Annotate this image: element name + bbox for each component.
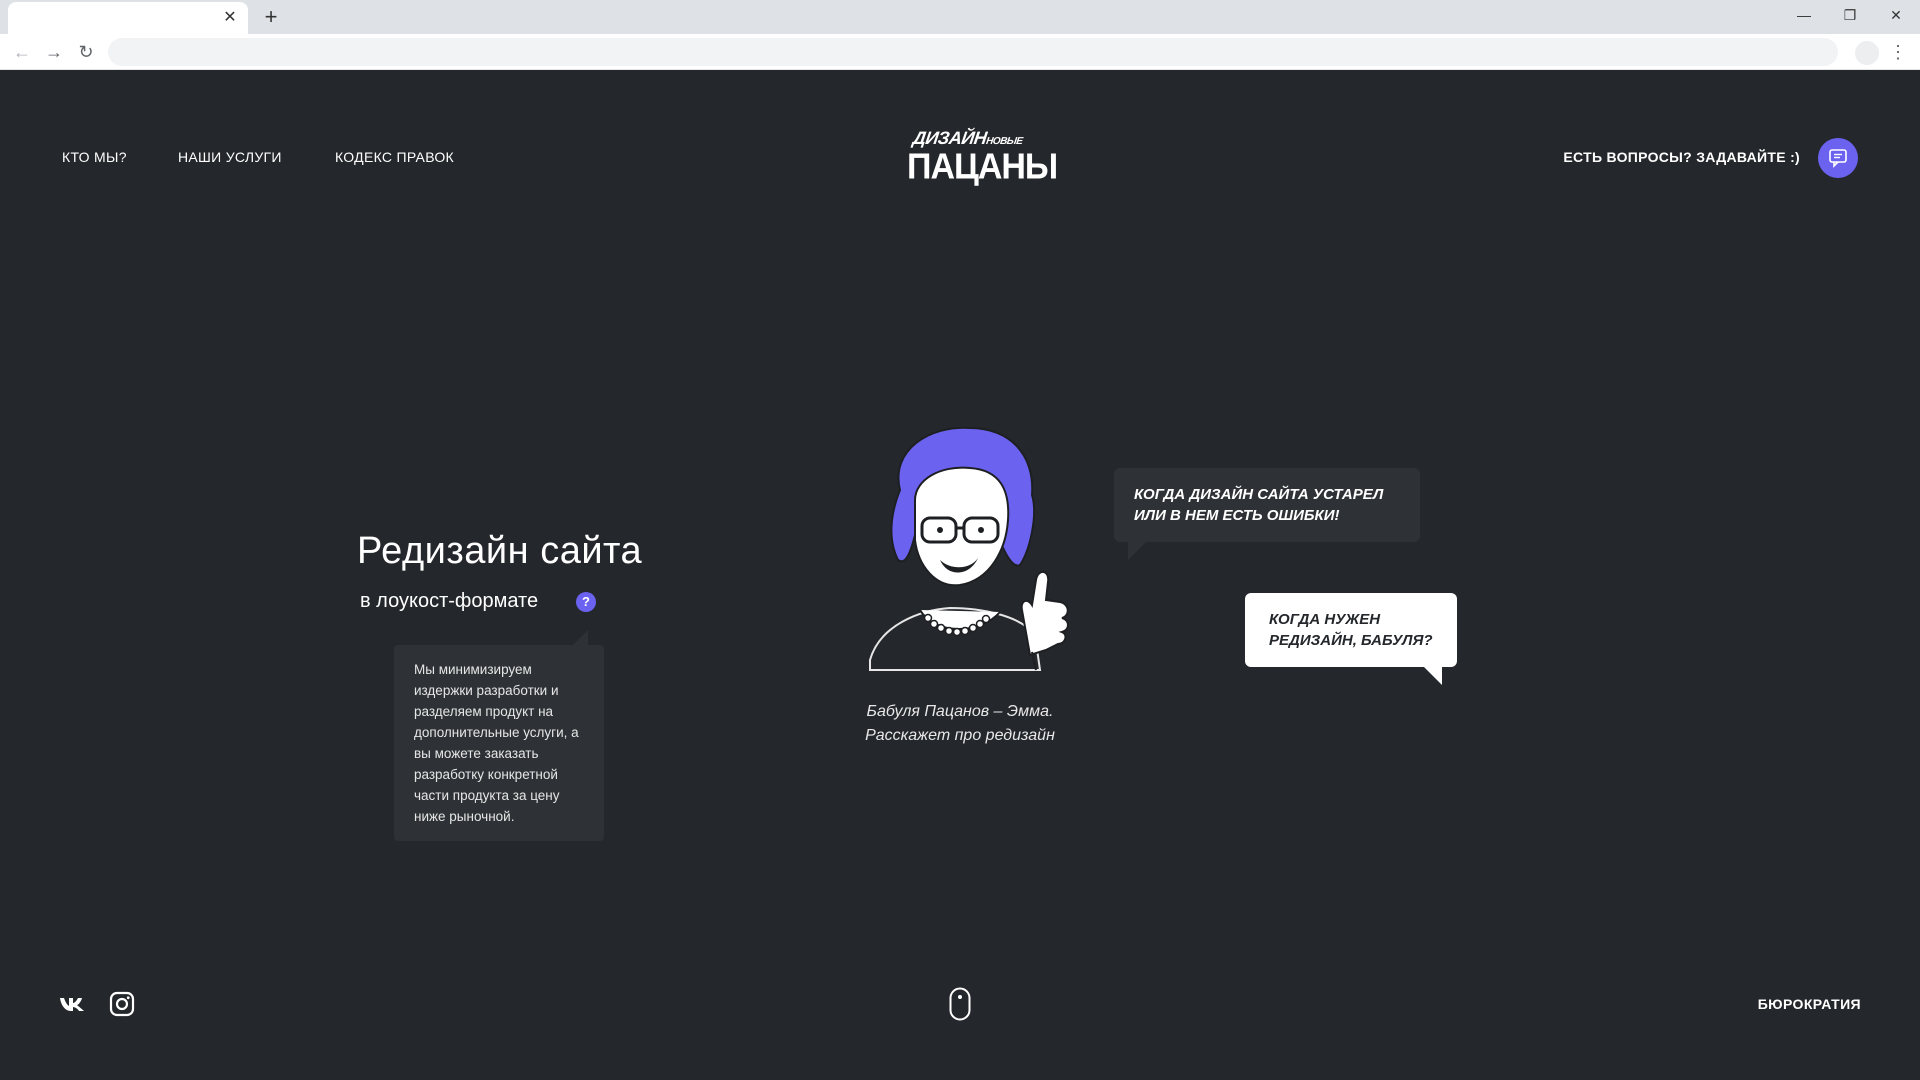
page-title: Редизайн сайта bbox=[357, 530, 643, 572]
vk-icon[interactable] bbox=[58, 990, 86, 1018]
grandma-illustration bbox=[869, 426, 1069, 671]
profile-avatar[interactable] bbox=[1855, 41, 1879, 65]
caption-line-2: Расскажет про редизайн bbox=[865, 727, 1055, 744]
scroll-mouse-icon[interactable] bbox=[949, 987, 971, 1021]
instagram-icon[interactable] bbox=[108, 990, 136, 1018]
contact-link[interactable]: ЕСТЬ ВОПРОСЫ? ЗАДАВАЙТЕ :) bbox=[1563, 149, 1800, 165]
page-subtitle: в лоукост-формате bbox=[360, 590, 539, 612]
nav-item-edits-code[interactable]: КОДЕКС ПРАВОК bbox=[335, 149, 454, 165]
chat-icon bbox=[1829, 149, 1847, 168]
close-tab-icon[interactable]: ✕ bbox=[220, 8, 240, 28]
site-logo[interactable]: ДИЗАЙННОВЫЕ ПАЦАНЫ bbox=[905, 128, 1058, 192]
speech-bubble-answer-tail bbox=[1128, 542, 1146, 560]
window-close-icon[interactable]: ✕ bbox=[1873, 0, 1919, 30]
speech-bubble-question-tail bbox=[1424, 667, 1442, 685]
logo-bottom-text: ПАЦАНЫ bbox=[907, 147, 1058, 187]
back-icon[interactable]: ← bbox=[10, 40, 34, 64]
info-tooltip: Мы минимизируем издержки разработки и ра… bbox=[394, 645, 604, 841]
browser-tab[interactable]: ✕ bbox=[8, 2, 248, 34]
browser-tab-bar: ✕ + — ❐ ✕ bbox=[0, 0, 1920, 34]
logo-top-main: ДИЗАЙН bbox=[911, 128, 988, 148]
chat-button[interactable] bbox=[1818, 138, 1858, 178]
forward-icon[interactable]: → bbox=[42, 40, 66, 64]
restore-icon[interactable]: ❐ bbox=[1827, 0, 1873, 30]
illustration-caption: Бабуля Пацанов – Эмма. Расскажет про ред… bbox=[840, 700, 1080, 748]
nav-item-who-we-are[interactable]: КТО МЫ? bbox=[62, 149, 127, 165]
reload-icon[interactable]: ↻ bbox=[74, 40, 98, 64]
address-bar[interactable] bbox=[108, 38, 1838, 66]
speech-bubble-question: КОГДА НУЖЕН РЕДИЗАЙН, БАБУЛЯ? bbox=[1245, 593, 1457, 667]
help-question-icon[interactable]: ? bbox=[576, 592, 596, 612]
logo-top-small: НОВЫЕ bbox=[985, 136, 1024, 147]
speech-bubble-answer: КОГДА ДИЗАЙН САЙТА УСТАРЕЛ ИЛИ В НЕМ ЕСТ… bbox=[1114, 468, 1420, 542]
new-tab-icon[interactable]: + bbox=[258, 4, 284, 30]
browser-toolbar: ← → ↻ ⋮ bbox=[0, 34, 1920, 70]
tooltip-tail bbox=[572, 630, 588, 646]
nav-item-services[interactable]: НАШИ УСЛУГИ bbox=[178, 149, 282, 165]
logo-top-text: ДИЗАЙННОВЫЕ bbox=[912, 128, 1025, 149]
caption-line-1: Бабуля Пацанов – Эмма. bbox=[866, 703, 1054, 720]
bureaucracy-link[interactable]: БЮРОКРАТИЯ bbox=[1758, 996, 1861, 1012]
minimize-icon[interactable]: — bbox=[1781, 0, 1827, 30]
browser-menu-icon[interactable]: ⋮ bbox=[1888, 40, 1908, 64]
